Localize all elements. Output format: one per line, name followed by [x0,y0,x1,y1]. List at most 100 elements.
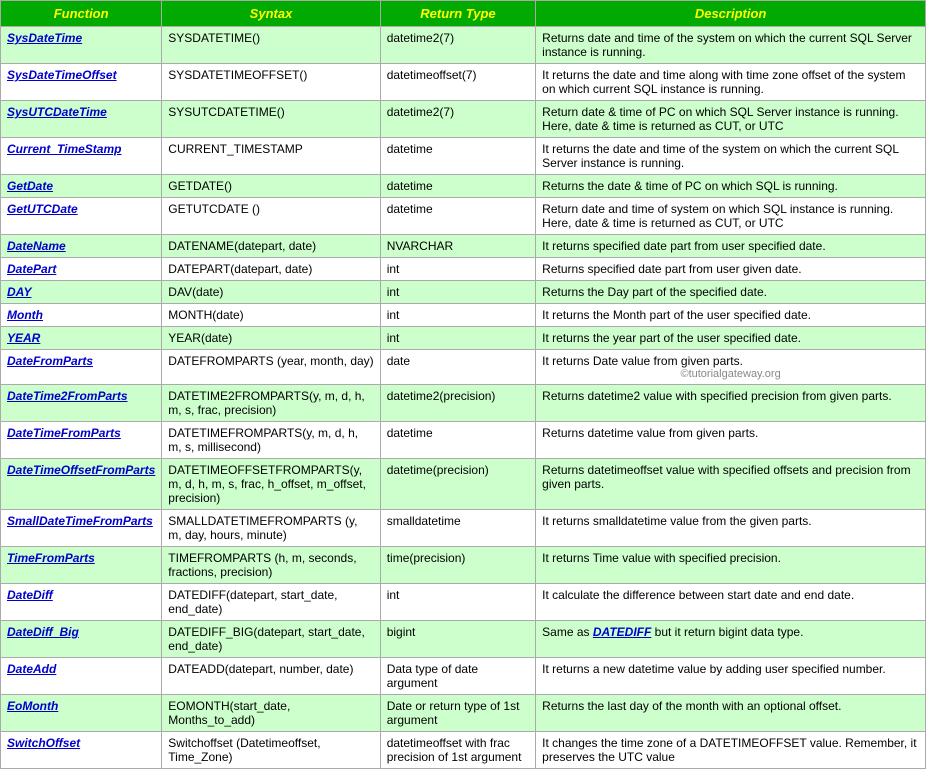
cell-description: It returns a new datetime value by addin… [536,658,926,695]
function-link[interactable]: GetUTCDate [7,202,78,216]
cell-description: It returns specified date part from user… [536,235,926,258]
cell-return-type: date [380,350,535,385]
cell-description: Returns the last day of the month with a… [536,695,926,732]
cell-description: It returns smalldatetime value from the … [536,510,926,547]
cell-function: Month [1,304,162,327]
cell-description: It returns the date and time along with … [536,64,926,101]
cell-function: SmallDateTimeFromParts [1,510,162,547]
function-link[interactable]: GetDate [7,179,53,193]
table-row: SysDateTime SYSDATETIME()datetime2(7)Retu… [1,27,926,64]
cell-return-type: bigint [380,621,535,658]
function-link[interactable]: DateDiff [7,588,53,602]
cell-return-type: datetime [380,422,535,459]
cell-function: DAY [1,281,162,304]
cell-description: Returns datetimeoffset value with specif… [536,459,926,510]
table-row: DateTimeFromParts DATETIMEFROMPARTS(y, m,… [1,422,926,459]
header-return-type: Return Type [380,1,535,27]
table-row: SmallDateTimeFromParts SMALLDATETIMEFROMP… [1,510,926,547]
table-row: Current_TimeStampCURRENT_TIMESTAMPdateti… [1,138,926,175]
cell-return-type: Date or return type of 1st argument [380,695,535,732]
function-link[interactable]: SysUTCDateTime [7,105,107,119]
cell-syntax: CURRENT_TIMESTAMP [162,138,380,175]
cell-return-type: datetime2(7) [380,101,535,138]
function-link[interactable]: DateTime2FromParts [7,389,128,403]
table-row: DateDiff_Big DATEDIFF_BIG(datepart, start… [1,621,926,658]
cell-function: GetUTCDate [1,198,162,235]
cell-description: Returns datetime value from given parts. [536,422,926,459]
cell-return-type: datetimeoffset(7) [380,64,535,101]
cell-return-type: datetime(precision) [380,459,535,510]
cell-function: SysDateTimeOffset [1,64,162,101]
function-link[interactable]: YEAR [7,331,40,345]
cell-description: Return date and time of system on which … [536,198,926,235]
table-row: YEARYEAR(date)intIt returns the year par… [1,327,926,350]
cell-syntax: SYSDATETIME() [162,27,380,64]
cell-function: Current_TimeStamp [1,138,162,175]
table-row: DateTime2FromParts DATETIME2FROMPARTS(y, … [1,385,926,422]
cell-function: GetDate [1,175,162,198]
function-link[interactable]: SysDateTimeOffset [7,68,117,82]
cell-return-type: Data type of date argument [380,658,535,695]
cell-syntax: DATETIMEFROMPARTS(y, m, d, h, m, s, mill… [162,422,380,459]
cell-syntax: DATETIMEOFFSETFROMPARTS(y, m, d, h, m, s… [162,459,380,510]
function-link[interactable]: DAY [7,285,31,299]
function-link[interactable]: Month [7,308,43,322]
table-row: DateName DATENAME(datepart, date)NVARCHAR… [1,235,926,258]
function-link[interactable]: DateTimeOffsetFromParts [7,463,155,477]
cell-syntax: SYSUTCDATETIME() [162,101,380,138]
cell-syntax: DATEDIFF_BIG(datepart, start_date, end_d… [162,621,380,658]
cell-syntax: DATETIME2FROMPARTS(y, m, d, h, m, s, fra… [162,385,380,422]
table-row: TimeFromParts TIMEFROMPARTS (h, m, second… [1,547,926,584]
cell-syntax: YEAR(date) [162,327,380,350]
function-link[interactable]: DatePart [7,262,56,276]
cell-return-type: NVARCHAR [380,235,535,258]
function-link[interactable]: DateFromParts [7,354,93,368]
cell-return-type: time(precision) [380,547,535,584]
cell-syntax: TIMEFROMPARTS (h, m, seconds, fractions,… [162,547,380,584]
function-link[interactable]: DateAdd [7,662,56,676]
table-row: DAYDAV(date)intReturns the Day part of t… [1,281,926,304]
cell-function: DateDiff_Big [1,621,162,658]
header-description: Description [536,1,926,27]
table-row: DatePartDATEPART(datepart, date)intRetur… [1,258,926,281]
cell-function: DateDiff [1,584,162,621]
function-link[interactable]: Current_TimeStamp [7,142,121,156]
table-row: SysDateTimeOffsetSYSDATETIMEOFFSET()date… [1,64,926,101]
function-link[interactable]: SwitchOffset [7,736,80,750]
cell-description: It returns the Month part of the user sp… [536,304,926,327]
cell-return-type: datetimeoffset with frac precision of 1s… [380,732,535,769]
cell-function: DateTime2FromParts [1,385,162,422]
function-link[interactable]: DateName [7,239,66,253]
cell-return-type: datetime [380,175,535,198]
function-link[interactable]: SysDateTime [7,31,82,45]
cell-return-type: datetime2(7) [380,27,535,64]
cell-description: Returns specified date part from user gi… [536,258,926,281]
cell-syntax: GETUTCDATE () [162,198,380,235]
function-link[interactable]: EoMonth [7,699,58,713]
cell-return-type: datetime [380,198,535,235]
table-row: MonthMONTH(date)intIt returns the Month … [1,304,926,327]
cell-syntax: DAV(date) [162,281,380,304]
table-row: DateDiffDATEDIFF(datepart, start_date, e… [1,584,926,621]
function-link[interactable]: DateDiff_Big [7,625,79,639]
cell-description: Returns date and time of the system on w… [536,27,926,64]
cell-syntax: DATEPART(datepart, date) [162,258,380,281]
cell-function: TimeFromParts [1,547,162,584]
table-row: SwitchOffsetSwitchoffset (Datetimeoffset… [1,732,926,769]
table-row: DateTimeOffsetFromParts DATETIMEOFFSETFRO… [1,459,926,510]
function-link[interactable]: SmallDateTimeFromParts [7,514,153,528]
datediff-link[interactable]: DATEDIFF [593,625,651,639]
cell-syntax: SMALLDATETIMEFROMPARTS (y, m, day, hours… [162,510,380,547]
cell-description: It returns Time value with specified pre… [536,547,926,584]
cell-return-type: int [380,281,535,304]
function-link[interactable]: DateTimeFromParts [7,426,121,440]
function-link[interactable]: TimeFromParts [7,551,95,565]
cell-description: It returns the year part of the user spe… [536,327,926,350]
cell-function: DateFromParts [1,350,162,385]
cell-syntax: DATENAME(datepart, date) [162,235,380,258]
cell-function: SysUTCDateTime [1,101,162,138]
cell-return-type: smalldatetime [380,510,535,547]
cell-description: It returns the date and time of the syst… [536,138,926,175]
table-row: DateAddDATEADD(datepart, number, date)Da… [1,658,926,695]
cell-description: It calculate the difference between star… [536,584,926,621]
